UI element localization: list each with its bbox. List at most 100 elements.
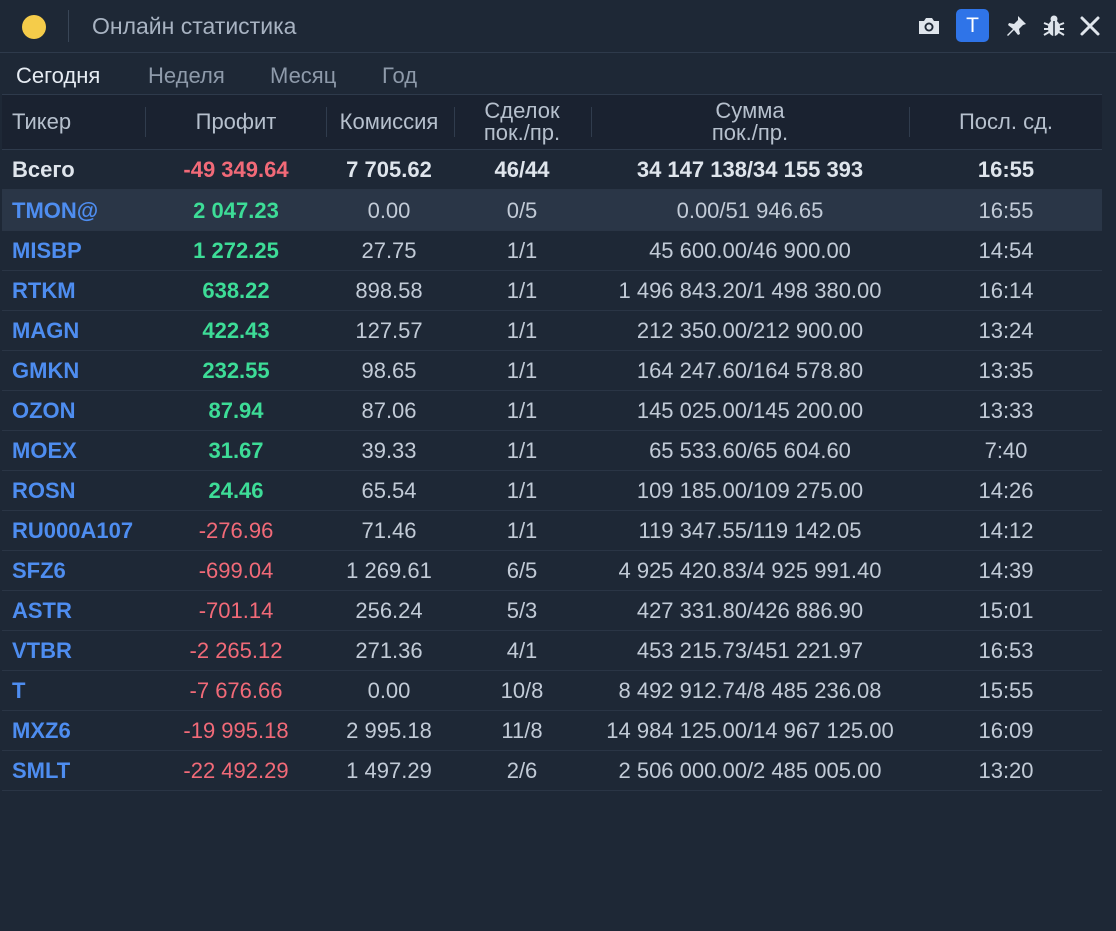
last-deal-cell: 7:40 (984, 438, 1028, 463)
sum-cell: 453 215.73/451 221.97 (636, 638, 864, 663)
total-row: Всего -49 349.64 7 705.62 46/44 34 147 1… (2, 149, 1102, 190)
deals-cell: 6/5 (506, 558, 538, 583)
sum-cell: 8 492 912.74/8 485 236.08 (618, 678, 882, 703)
table-row[interactable]: TMON@ 2 047.23 0.00 0/5 0.00/51 946.65 16:55 (2, 190, 1102, 231)
total-profit: -49 349.64 (183, 157, 289, 182)
table-row[interactable]: OZON 87.94 87.06 1/1 145 025.00/145 200.00 13… (2, 390, 1102, 431)
deals-cell: 2/6 (506, 758, 538, 783)
profit-cell: 24.46 (208, 478, 264, 503)
sum-cell: 427 331.80/426 886.90 (636, 598, 864, 623)
commission-cell: 98.65 (361, 358, 417, 383)
commission-cell: 1 497.29 (346, 758, 432, 783)
table-row[interactable]: T -7 676.66 0.00 10/8 8 492 912.74/8 485 236… (2, 670, 1102, 711)
deals-cell: 1/1 (506, 278, 538, 303)
table-row[interactable]: SMLT -22 492.29 1 497.29 2/6 2 506 000.00/2 … (2, 750, 1102, 791)
sum-cell: 4 925 420.83/4 925 991.40 (618, 558, 882, 583)
table-row[interactable]: MXZ6 -19 995.18 2 995.18 11/8 14 984 125.00/… (2, 710, 1102, 751)
last-deal-cell: 13:35 (978, 358, 1034, 383)
total-sum: 34 147 138/34 155 393 (636, 157, 864, 182)
table-row[interactable]: MAGN 422.43 127.57 1/1 212 350.00/212 900.00… (2, 310, 1102, 351)
pin-icon[interactable] (1002, 10, 1030, 42)
deals-cell: 5/3 (506, 598, 538, 623)
window-dot-icon[interactable] (22, 15, 46, 39)
commission-cell: 39.33 (361, 438, 417, 463)
ticker-cell[interactable]: MAGN (12, 310, 146, 350)
tab-today[interactable]: Сегодня (16, 63, 100, 89)
title-bar: Онлайн статистика T (0, 0, 1116, 53)
table-row[interactable]: GMKN 232.55 98.65 1/1 164 247.60/164 578.80 1… (2, 350, 1102, 391)
table-row[interactable]: ROSN 24.46 65.54 1/1 109 185.00/109 275.00 14… (2, 470, 1102, 511)
col-ticker[interactable]: Тикер (12, 95, 146, 149)
ticker-cell[interactable]: GMKN (12, 350, 146, 390)
sum-cell: 164 247.60/164 578.80 (636, 358, 864, 383)
total-last: 16:55 (977, 157, 1035, 182)
ticker-cell[interactable]: MXZ6 (12, 710, 146, 750)
table-row[interactable]: RU000A107 -276.96 71.46 1/1 119 347.55/119 1… (2, 510, 1102, 551)
deals-cell: 1/1 (506, 398, 538, 423)
ticker-cell[interactable]: MOEX (12, 430, 146, 470)
camera-icon[interactable] (914, 10, 944, 42)
deals-cell: 1/1 (506, 358, 538, 383)
sum-cell: 1 496 843.20/1 498 380.00 (618, 278, 882, 303)
table-row[interactable]: MOEX 31.67 39.33 1/1 65 533.60/65 604.60 7:40 (2, 430, 1102, 471)
sum-cell: 109 185.00/109 275.00 (636, 478, 864, 503)
period-tabs: Сегодня Неделя Месяц Год (0, 53, 1116, 93)
table-row[interactable]: SFZ6 -699.04 1 269.61 6/5 4 925 420.83/4 925… (2, 550, 1102, 591)
ticker-cell[interactable]: RU000A107 (12, 510, 146, 550)
ticker-cell[interactable]: SMLT (12, 750, 146, 790)
table-header: Тикер Профит Комиссия Сделок пок./пр. Су… (2, 94, 1102, 150)
commission-cell: 27.75 (361, 238, 417, 263)
profit-cell: 232.55 (202, 358, 270, 383)
last-deal-cell: 16:53 (978, 638, 1034, 663)
table-row[interactable]: VTBR -2 265.12 271.36 4/1 453 215.73/451 221… (2, 630, 1102, 671)
sum-cell: 65 533.60/65 604.60 (649, 438, 851, 463)
commission-cell: 1 269.61 (346, 558, 432, 583)
ticker-cell[interactable]: ROSN (12, 470, 146, 510)
last-deal-cell: 14:54 (978, 238, 1034, 263)
last-deal-cell: 14:26 (978, 478, 1034, 503)
tab-week[interactable]: Неделя (148, 63, 225, 89)
last-deal-cell: 16:55 (978, 198, 1034, 223)
ticker-cell[interactable]: OZON (12, 390, 146, 430)
close-icon[interactable] (1076, 10, 1104, 42)
total-commission: 7 705.62 (346, 157, 432, 182)
last-deal-cell: 14:12 (978, 518, 1034, 543)
deals-cell: 1/1 (506, 438, 538, 463)
col-sum[interactable]: Сумма пок./пр. (592, 95, 908, 149)
ticker-cell[interactable]: SFZ6 (12, 550, 146, 590)
col-last-deal[interactable]: Посл. сд. (910, 95, 1102, 149)
sum-cell: 45 600.00/46 900.00 (649, 238, 851, 263)
ticker-cell[interactable]: MISBP (12, 230, 146, 270)
profit-cell: -22 492.29 (183, 758, 289, 783)
last-deal-cell: 16:09 (978, 718, 1034, 743)
profit-cell: 422.43 (202, 318, 270, 343)
commission-cell: 271.36 (355, 638, 423, 663)
bug-icon[interactable] (1040, 10, 1068, 42)
last-deal-cell: 13:24 (978, 318, 1034, 343)
ticker-cell[interactable]: T (12, 670, 146, 710)
tab-month[interactable]: Месяц (270, 63, 336, 89)
ticker-cell[interactable]: ASTR (12, 590, 146, 630)
ticker-cell[interactable]: VTBR (12, 630, 146, 670)
deals-cell: 1/1 (506, 478, 538, 503)
sum-cell: 212 350.00/212 900.00 (636, 318, 864, 343)
commission-cell: 127.57 (355, 318, 423, 343)
table-row[interactable]: RTKM 638.22 898.58 1/1 1 496 843.20/1 498 38… (2, 270, 1102, 311)
ticker-cell[interactable]: RTKM (12, 270, 146, 310)
ticker-cell[interactable]: TMON@ (12, 190, 146, 230)
profit-cell: -19 995.18 (183, 718, 289, 743)
table-row[interactable]: ASTR -701.14 256.24 5/3 427 331.80/426 886.9… (2, 590, 1102, 631)
col-commission[interactable]: Комиссия (326, 95, 452, 149)
col-profit[interactable]: Профит (146, 95, 326, 149)
tab-year[interactable]: Год (382, 63, 417, 89)
t-badge-button[interactable]: T (956, 9, 989, 42)
sum-cell: 2 506 000.00/2 485 005.00 (618, 758, 882, 783)
sum-cell: 14 984 125.00/14 967 125.00 (606, 718, 894, 743)
col-deals[interactable]: Сделок пок./пр. (454, 95, 590, 149)
deals-cell: 1/1 (506, 318, 538, 343)
commission-cell: 2 995.18 (346, 718, 432, 743)
sum-cell: 119 347.55/119 142.05 (638, 518, 862, 543)
table-row[interactable]: MISBP 1 272.25 27.75 1/1 45 600.00/46 900.00… (2, 230, 1102, 271)
deals-cell: 0/5 (506, 198, 538, 223)
last-deal-cell: 13:33 (978, 398, 1034, 423)
